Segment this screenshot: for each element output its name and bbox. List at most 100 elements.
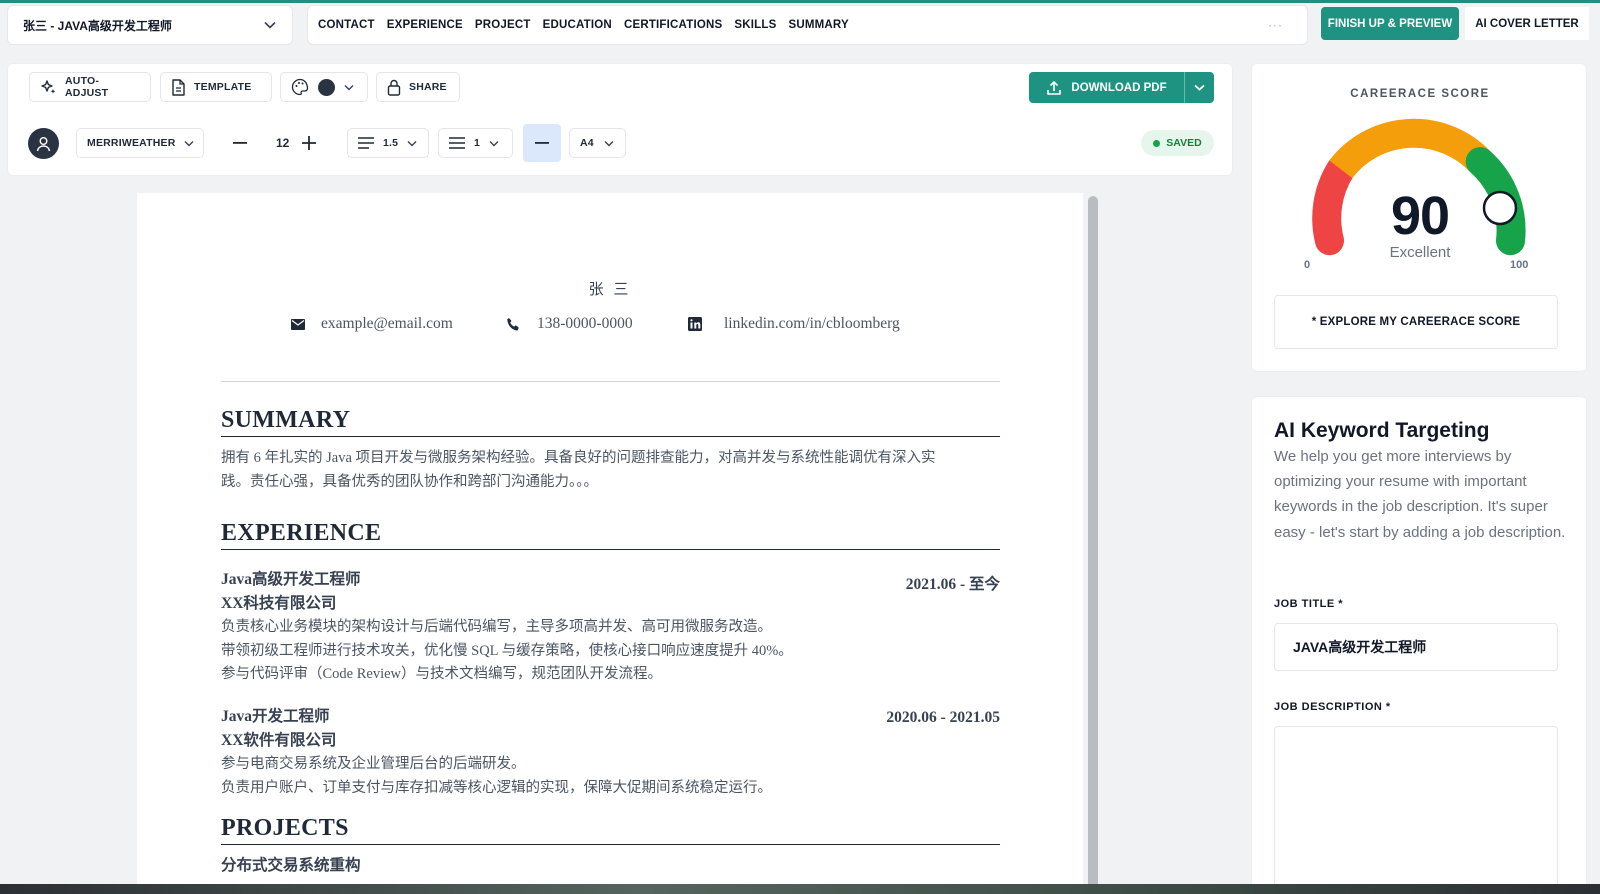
job-date: 2020.06 - 2021.05 xyxy=(886,709,1000,726)
finish-preview-button[interactable]: FINISH UP & PREVIEW xyxy=(1321,7,1459,40)
job-title: Java高级开发工程师 xyxy=(221,571,361,588)
score-value: 90 xyxy=(1390,186,1450,246)
page-size-select[interactable]: A4 xyxy=(569,128,626,158)
experience-section[interactable]: EXPERIENCE xyxy=(221,520,1000,550)
chevron-down-icon xyxy=(264,21,276,29)
upload-icon xyxy=(1047,80,1062,95)
summary-section[interactable]: SUMMARY 拥有 6 年扎实的 Java 项目开发与微服务架构经验。具备良好… xyxy=(221,407,1000,494)
contact-email[interactable]: example@email.com xyxy=(291,315,453,333)
summary-heading: SUMMARY xyxy=(221,407,1000,437)
page-size-value: A4 xyxy=(580,137,594,149)
explore-score-button[interactable]: * EXPLORE MY CAREERACE SCORE xyxy=(1274,295,1558,349)
projects-heading: PROJECTS xyxy=(221,815,1000,845)
paragraph-spacing-value: 1 xyxy=(474,137,481,149)
paragraph-spacing-icon xyxy=(449,137,465,149)
score-label: Excellent xyxy=(1389,244,1451,261)
contact-phone[interactable]: 138-0000-0000 xyxy=(506,315,633,333)
saved-status-badge: SAVED xyxy=(1141,130,1214,156)
font-family-select[interactable]: MERRIWEATHER xyxy=(76,128,204,158)
resume-scrollbar[interactable] xyxy=(1088,196,1098,894)
job-bullet: 参与代码评审（Code Review）与技术文档编写，规范团队开发流程。 xyxy=(221,666,663,682)
chevron-down-icon xyxy=(344,84,354,90)
summary-text: 拥有 6 年扎实的 Java 项目开发与微服务架构经验。具备良好的问题排查能力，… xyxy=(221,447,1000,494)
template-button[interactable]: TEMPLATE xyxy=(160,72,272,102)
nav-certifications[interactable]: CERTIFICATIONS xyxy=(624,19,722,31)
saved-dot-icon xyxy=(1153,139,1161,147)
sparkle-icon xyxy=(41,79,56,94)
share-button[interactable]: SHARE xyxy=(376,72,460,102)
score-min: 0 xyxy=(1304,259,1311,271)
keyword-description: We help you get more interviews by optim… xyxy=(1274,448,1566,541)
header-divider xyxy=(221,381,1000,382)
avatar[interactable] xyxy=(28,128,59,159)
resume-name[interactable]: 张 三 xyxy=(137,278,1083,299)
paragraph-spacing-select[interactable]: 1 xyxy=(438,128,513,158)
nav-skills[interactable]: SKILLS xyxy=(734,19,776,31)
experience-heading: EXPERIENCE xyxy=(221,520,1000,550)
font-family-value: MERRIWEATHER xyxy=(87,137,176,149)
chevron-down-icon xyxy=(184,140,194,146)
palette-icon xyxy=(291,78,309,96)
download-options-toggle[interactable] xyxy=(1184,72,1214,103)
projects-section[interactable]: PROJECTS 分布式交易系统重构 xyxy=(221,815,1000,878)
nav-experience[interactable]: EXPERIENCE xyxy=(387,19,463,31)
job-date: 2021.06 - 至今 xyxy=(905,576,1000,593)
font-size-decrease-button[interactable] xyxy=(230,133,250,153)
phone-icon xyxy=(507,317,519,331)
auto-adjust-label: AUTO-ADJUST xyxy=(65,75,109,99)
nav-project[interactable]: PROJECT xyxy=(475,19,531,31)
font-size-value: 12 xyxy=(276,136,290,150)
job-company: XX科技有限公司 xyxy=(221,595,337,612)
theme-color-swatch xyxy=(318,78,335,96)
download-pdf-label: DOWNLOAD PDF xyxy=(1071,81,1167,94)
job-bullet: 带领初级工程师进行技术攻关，优化慢 SQL 与缓存策略，使核心接口响应速度提升 … xyxy=(221,642,793,659)
lock-icon xyxy=(387,79,401,96)
line-spacing-icon xyxy=(358,137,374,149)
nav-summary[interactable]: SUMMARY xyxy=(788,19,848,31)
job-bullet: 参与电商交易系统及企业管理后台的后端研发。 xyxy=(221,756,526,772)
score-card: CAREERACE SCORE 90 Excellent 0 100 * EXP… xyxy=(1251,63,1587,372)
chevron-down-icon xyxy=(1194,84,1205,91)
share-label: SHARE xyxy=(409,81,447,93)
more-sections-button[interactable]: ··· xyxy=(1268,18,1283,32)
ai-cover-letter-button[interactable]: AI COVER LETTER xyxy=(1465,7,1589,40)
minus-icon xyxy=(233,142,247,144)
experience-entry[interactable]: Java高级开发工程师 2021.06 - 至今 XX科技有限公司 负责核心业务… xyxy=(221,568,1000,687)
document-selector[interactable]: 张三 - JAVA高级开发工程师 xyxy=(7,5,293,45)
line-spacing-value: 1.5 xyxy=(383,137,399,149)
keyword-targeting-card: AI Keyword Targeting We help you get mor… xyxy=(1251,396,1587,894)
document-icon xyxy=(172,78,185,96)
top-accent-line xyxy=(0,0,1600,3)
auto-adjust-button[interactable]: AUTO-ADJUST xyxy=(29,72,151,102)
experience-entry[interactable]: Java开发工程师 2020.06 - 2021.05 XX软件有限公司 参与电… xyxy=(221,705,1000,800)
job-title-label: JOB TITLE * xyxy=(1274,598,1344,610)
job-title-input[interactable] xyxy=(1274,623,1558,671)
email-text: example@email.com xyxy=(321,315,453,332)
template-label: TEMPLATE xyxy=(194,81,252,93)
resume-page[interactable]: 张 三 example@email.com 138-0000-0000 link… xyxy=(137,193,1083,894)
nav-education[interactable]: EDUCATION xyxy=(543,19,612,31)
summary-line: 践。责任心强，具备优秀的团队协作和跨部门沟通能力。。。 xyxy=(221,473,598,490)
linkedin-icon xyxy=(688,317,702,331)
linkedin-text: linkedin.com/in/cbloomberg xyxy=(724,315,900,332)
color-picker-button[interactable] xyxy=(280,72,368,102)
job-description-textarea[interactable] xyxy=(1274,726,1558,894)
project-title: 分布式交易系统重构 xyxy=(221,857,361,874)
phone-text: 138-0000-0000 xyxy=(537,315,633,332)
line-spacing-select[interactable]: 1.5 xyxy=(347,128,429,158)
editor-toolbar: AUTO-ADJUST TEMPLATE SHARE DOWNLOAD PDF … xyxy=(7,63,1233,176)
chevron-down-icon xyxy=(407,140,417,146)
job-description-label: JOB DESCRIPTION * xyxy=(1274,701,1391,713)
download-pdf-button[interactable]: DOWNLOAD PDF xyxy=(1029,72,1214,103)
window-bottom-edge xyxy=(0,884,1600,894)
font-size-increase-button[interactable] xyxy=(299,133,319,153)
plus-icon xyxy=(302,136,316,150)
nav-contact[interactable]: CONTACT xyxy=(318,19,375,31)
keyword-title: AI Keyword Targeting xyxy=(1274,419,1490,442)
section-nav: CONTACT EXPERIENCE PROJECT EDUCATION CER… xyxy=(307,5,1308,45)
divider-toggle-button[interactable] xyxy=(523,124,561,162)
horizontal-rule-icon xyxy=(535,142,549,144)
contact-linkedin[interactable]: linkedin.com/in/cbloomberg xyxy=(688,315,900,333)
chevron-down-icon xyxy=(604,140,614,146)
chevron-down-icon xyxy=(489,140,499,146)
